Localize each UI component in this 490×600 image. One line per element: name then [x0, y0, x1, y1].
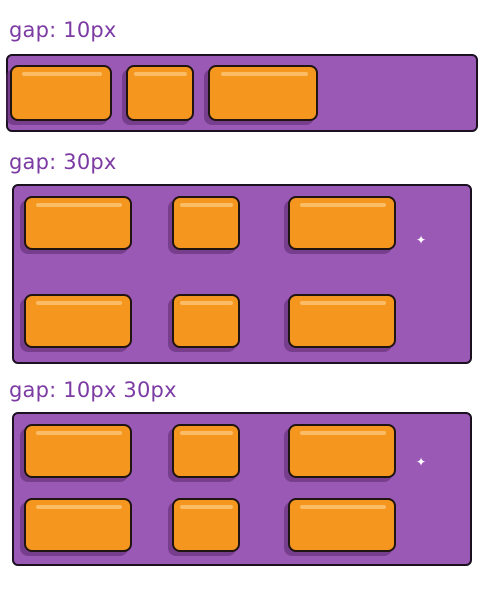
flex-item	[172, 498, 240, 552]
sparkle-icon: ✦	[416, 455, 427, 469]
gap-label-10px-30px: gap: 10px 30px	[9, 378, 177, 402]
flex-item	[172, 196, 240, 250]
flex-item	[288, 498, 396, 552]
flex-container-gap-10px	[2, 54, 478, 135]
flex-item	[288, 294, 396, 348]
flex-item	[24, 294, 132, 348]
flex-item	[288, 196, 396, 250]
flex-container-gap-30px: ✦	[8, 184, 472, 367]
flex-item	[24, 196, 132, 250]
flex-item	[10, 65, 112, 121]
flex-item	[24, 498, 132, 552]
flex-item	[126, 65, 194, 121]
flex-item	[172, 294, 240, 348]
gap-label-10px: gap: 10px	[9, 18, 117, 42]
flex-item	[172, 424, 240, 478]
flex-item	[24, 424, 132, 478]
flex-item	[208, 65, 318, 121]
flex-container-gap-10px-30px: ✦	[8, 412, 472, 569]
gap-label-30px: gap: 30px	[9, 150, 117, 174]
sparkle-icon: ✦	[416, 233, 427, 247]
flex-item	[288, 424, 396, 478]
